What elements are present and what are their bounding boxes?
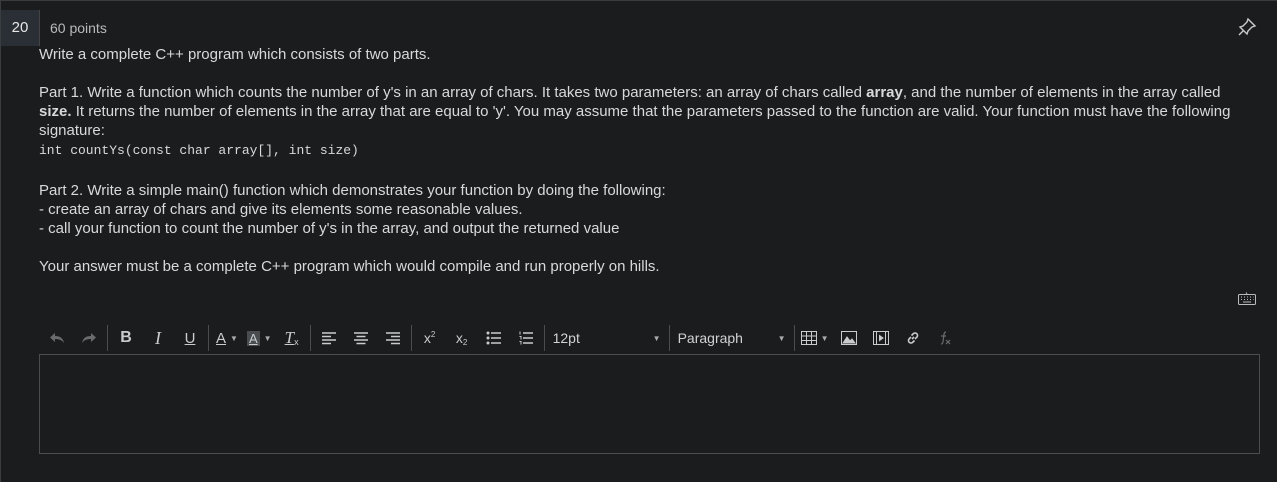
- chevron-down-icon: ▼: [263, 333, 272, 343]
- pin-icon[interactable]: [1237, 17, 1257, 37]
- chevron-down-icon: ▼: [820, 333, 829, 343]
- question-closing: Your answer must be a complete C++ progr…: [39, 258, 660, 275]
- image-icon: [840, 331, 857, 345]
- link-button[interactable]: [901, 326, 925, 350]
- undo-button[interactable]: [45, 326, 69, 350]
- media-button[interactable]: [869, 326, 893, 350]
- image-button[interactable]: [837, 326, 861, 350]
- keyboard-icon[interactable]: [1238, 292, 1256, 306]
- chevron-down-icon: ▼: [230, 333, 238, 343]
- part1-text-1: Part 1. Write a function which counts th…: [39, 84, 867, 101]
- subscript-button[interactable]: x2: [450, 326, 474, 350]
- clear-format-button[interactable]: Tx: [280, 326, 304, 350]
- math-icon: [940, 331, 950, 345]
- align-center-button[interactable]: [349, 326, 373, 350]
- part1-bold-size: size.: [39, 103, 72, 120]
- bullet-list-button[interactable]: [482, 326, 506, 350]
- undo-icon: [50, 333, 64, 343]
- part2-line-3: - call your function to count the number…: [39, 220, 620, 237]
- align-right-icon: [385, 332, 400, 345]
- part1-bold-array: array: [866, 84, 903, 101]
- superscript-button[interactable]: x2: [418, 326, 442, 350]
- text-color-button[interactable]: A ▼: [215, 326, 239, 350]
- redo-button[interactable]: [77, 326, 101, 350]
- italic-button[interactable]: I: [146, 326, 170, 350]
- part1-text-3: It returns the number of elements in the…: [39, 103, 1231, 139]
- clear-format-icon: T: [284, 328, 295, 347]
- link-icon: [907, 332, 918, 344]
- align-left-icon: [321, 332, 336, 345]
- question-card: 20 60 points Write a complete C++ progra…: [0, 0, 1277, 482]
- answer-editor[interactable]: [39, 354, 1260, 454]
- font-size-select[interactable]: 12pt ▼: [547, 326, 667, 350]
- align-left-button[interactable]: [317, 326, 341, 350]
- bullet-list-icon: [486, 331, 501, 345]
- chevron-down-icon: ▼: [777, 333, 786, 343]
- media-icon: [872, 331, 889, 345]
- table-button[interactable]: ▼: [800, 326, 829, 350]
- chevron-down-icon: ▼: [652, 333, 661, 343]
- highlight-label: A: [247, 330, 260, 346]
- numbered-list-button[interactable]: [514, 326, 538, 350]
- function-signature: int countYs(const char array[], int size…: [39, 143, 359, 158]
- part2-line-1: Part 2. Write a simple main() function w…: [39, 182, 666, 199]
- numbered-list-icon: [519, 331, 533, 345]
- align-right-button[interactable]: [381, 326, 405, 350]
- redo-icon: [82, 333, 96, 343]
- font-size-value: 12pt: [552, 330, 580, 346]
- math-button[interactable]: [933, 326, 957, 350]
- question-number: 20: [1, 10, 40, 46]
- block-format-select[interactable]: Paragraph ▼: [672, 326, 792, 350]
- table-icon: [800, 331, 817, 345]
- part1-text-2: , and the number of elements in the arra…: [902, 84, 1221, 101]
- block-format-value: Paragraph: [677, 330, 743, 346]
- superscript-label: x: [423, 330, 431, 346]
- bold-button[interactable]: B: [114, 326, 138, 350]
- editor-toolbar: B I U A ▼ A ▼ Tx x2 x2 12pt ▼ Paragraph …: [39, 323, 1261, 353]
- underline-button[interactable]: U: [178, 326, 202, 350]
- highlight-color-button[interactable]: A ▼: [247, 326, 272, 350]
- question-text: Write a complete C++ program which consi…: [39, 45, 1249, 276]
- align-center-icon: [353, 332, 368, 345]
- part2-line-2: - create an array of chars and give its …: [39, 201, 523, 218]
- question-part1: Part 1. Write a function which counts th…: [39, 83, 1249, 140]
- subscript-label: x: [455, 330, 463, 346]
- question-points: 60 points: [50, 20, 107, 36]
- text-color-label: A: [216, 329, 227, 347]
- question-intro: Write a complete C++ program which consi…: [39, 46, 431, 63]
